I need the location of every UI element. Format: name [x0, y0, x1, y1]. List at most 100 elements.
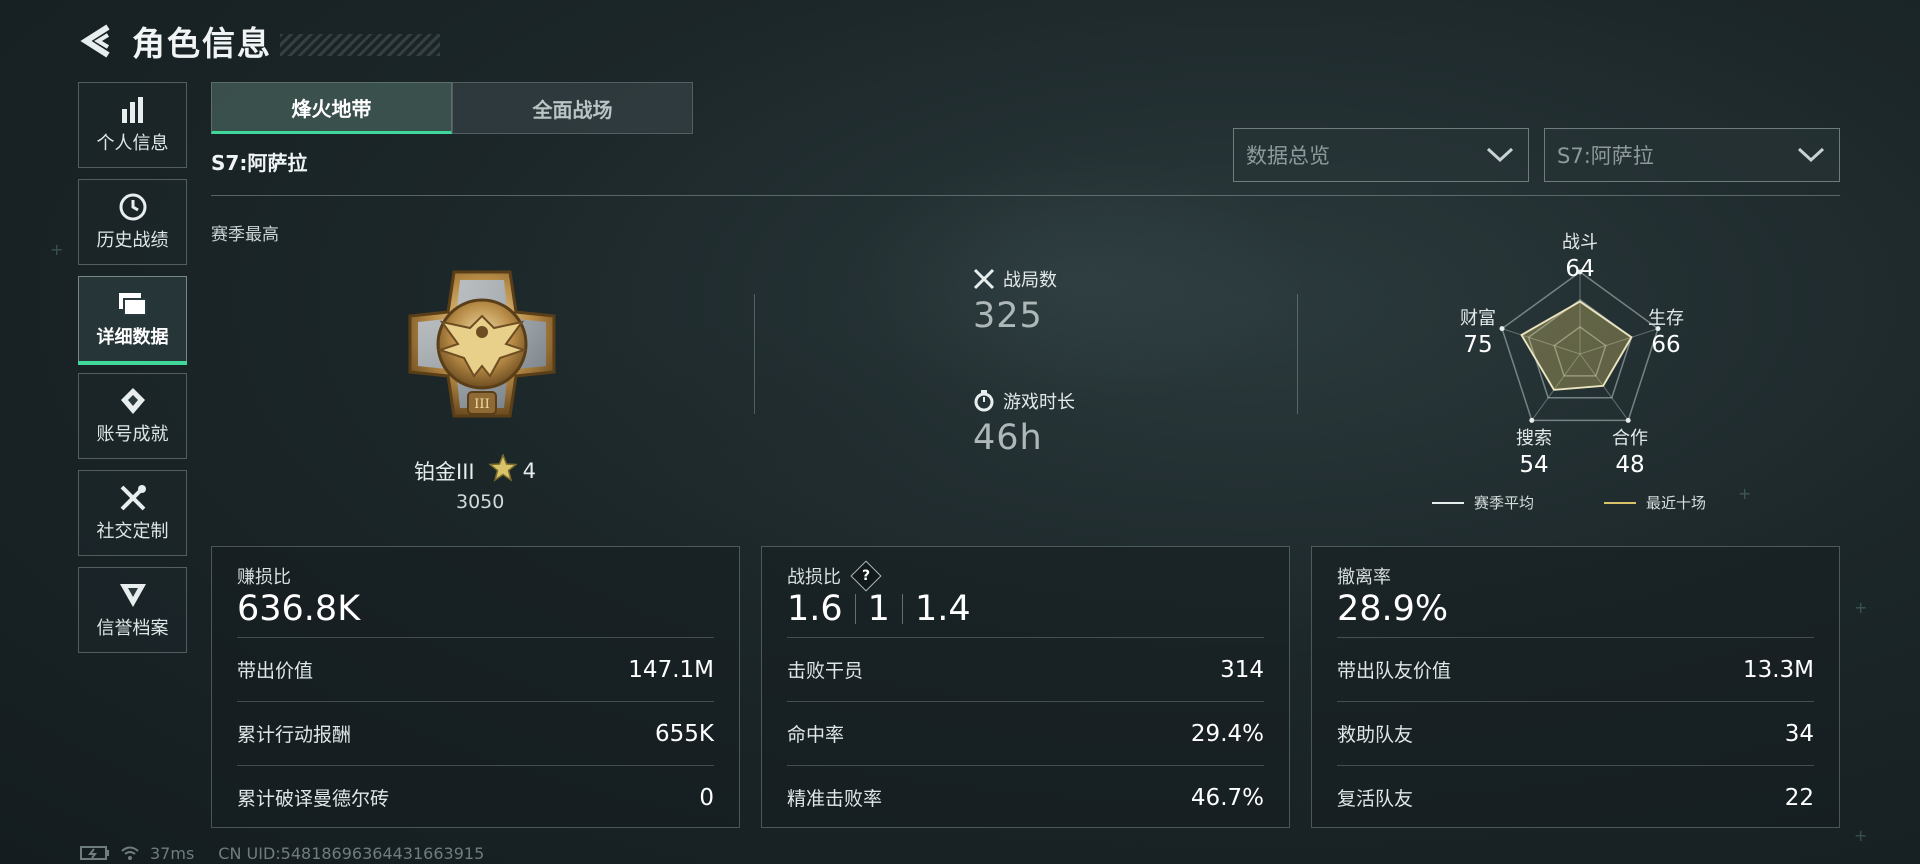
overview-dropdown[interactable]: 数据总览	[1233, 128, 1529, 182]
kd-value: 1.6	[787, 589, 843, 629]
stat-row: 带出队友价值 13.3M	[1337, 637, 1814, 701]
stat-row: 救助队友 34	[1337, 701, 1814, 765]
rank-score: 3050	[456, 491, 505, 513]
legend-label: 赛季平均	[1474, 494, 1535, 512]
card-title-text: 战损比	[787, 567, 841, 588]
back-arrow-icon[interactable]	[78, 21, 114, 61]
stat-value: 147.1M	[628, 656, 714, 683]
divider	[211, 195, 1840, 196]
wifi-icon	[121, 846, 139, 860]
radar-axis-dot	[1529, 417, 1535, 423]
cross-marker-icon: +	[1738, 484, 1752, 503]
sidebar-item-label: 信誉档案	[96, 618, 169, 639]
dropdown-value: 数据总览	[1246, 144, 1330, 168]
page-title: 角色信息	[132, 24, 272, 63]
radar-axis-label: 战斗	[1562, 232, 1598, 253]
stat-value: 46.7%	[1190, 784, 1264, 811]
card-title: 赚损比	[237, 567, 291, 588]
extraction-card: 撤离率 28.9% 带出队友价值 13.3M 救助队友 34 复活队友 22	[1311, 546, 1840, 828]
svg-text:III: III	[474, 397, 489, 412]
star-icon	[487, 452, 518, 487]
stat-row: 带出价值 147.1M	[237, 637, 714, 701]
legend-swatch	[1432, 501, 1464, 504]
season-best-label: 赛季最高	[211, 225, 279, 245]
season-dropdown[interactable]: S7:阿萨拉	[1544, 128, 1840, 182]
stat-row: 累计行动报酬 655K	[237, 701, 714, 765]
stat-value: 655K	[655, 720, 714, 747]
mode-tabs: 烽火地带 全面战场	[211, 82, 693, 134]
stat-label: 精准击败率	[787, 788, 883, 810]
sidebar-item-detailed-data[interactable]: 详细数据	[78, 276, 187, 365]
tab-hazard-zone[interactable]: 烽火地带	[211, 82, 452, 134]
stat-value: 34	[1784, 720, 1814, 747]
sidebar-item-social[interactable]: 社交定制	[78, 470, 187, 556]
achievement-icon	[119, 386, 147, 416]
playtime-value: 46h	[973, 418, 1043, 458]
stat-label: 累计行动报酬	[237, 724, 352, 746]
legend-swatch	[1604, 501, 1636, 504]
card-main-value: 636.8K	[237, 589, 361, 629]
playtime-label: 游戏时长	[1003, 392, 1075, 413]
sidebar-item-reputation[interactable]: 信誉档案	[78, 567, 187, 653]
battery-icon	[80, 846, 109, 860]
kd-values: 1.6 1 1.4	[787, 589, 971, 629]
dropdown-value: S7:阿萨拉	[1557, 144, 1654, 168]
status-bar: 37ms CN UID:54818696364431663915	[80, 843, 494, 863]
stat-row: 击败干员 314	[787, 637, 1264, 701]
rank-name: 铂金III	[414, 459, 475, 484]
stopwatch-icon	[974, 390, 994, 412]
tab-full-battlefield[interactable]: 全面战场	[452, 82, 693, 134]
sidebar-item-achievements[interactable]: 账号成就	[78, 373, 187, 459]
radar-axis-value: 75	[1463, 332, 1493, 358]
bar-chart-icon	[119, 95, 147, 125]
matches-stat: 战局数 325	[973, 266, 1057, 336]
radar-axis-label: 财富	[1460, 308, 1496, 329]
stat-label: 击败干员	[787, 660, 864, 682]
stat-row: 精准击败率 46.7%	[787, 765, 1264, 829]
sidebar-item-history[interactable]: 历史战绩	[78, 179, 187, 265]
sidebar-item-label: 社交定制	[96, 521, 169, 542]
shield-icon	[118, 580, 148, 610]
stat-label: 救助队友	[1337, 724, 1414, 746]
rank-medal-icon: III	[404, 266, 560, 422]
help-icon[interactable]: ?	[850, 560, 882, 592]
radar-axis-label: 合作	[1612, 428, 1648, 449]
stat-label: 累计破译曼德尔砖	[237, 788, 390, 810]
season-label: S7:阿萨拉	[211, 151, 308, 175]
chevron-down-icon	[1797, 147, 1825, 163]
cross-marker-icon: +	[1854, 826, 1868, 845]
sidebar-item-personal-info[interactable]: 个人信息	[78, 82, 187, 168]
stat-label: 命中率	[787, 724, 845, 746]
stat-value: 0	[699, 784, 714, 811]
stat-label: 复活队友	[1337, 788, 1414, 810]
kd-value: 1	[867, 589, 890, 629]
sidebar-item-label: 个人信息	[96, 133, 169, 154]
legend-label: 最近十场	[1646, 494, 1707, 512]
card-main-value: 28.9%	[1337, 589, 1449, 629]
divider	[1297, 294, 1298, 414]
kd-separator	[854, 594, 856, 624]
clock-icon	[118, 192, 148, 222]
rank-stars-count: 4	[522, 458, 536, 483]
legend-season-average: 赛季平均	[1432, 492, 1534, 513]
crossed-swords-icon	[973, 268, 995, 290]
kd-card: 战损比 ? 1.6 1 1.4 击败干员 314 命中率 29.4% 精准击败率…	[761, 546, 1290, 828]
stat-row: 累计破译曼德尔砖 0	[237, 765, 714, 829]
playtime-stat: 游戏时长 46h	[973, 388, 1075, 458]
legend-recent-ten: 最近十场	[1604, 492, 1706, 513]
divider	[754, 294, 755, 414]
stat-label: 带出队友价值	[1337, 660, 1452, 682]
radar-axis-label: 生存	[1648, 308, 1684, 329]
stat-value: 314	[1220, 656, 1264, 683]
kd-value: 1.4	[914, 589, 971, 629]
stat-value: 29.4%	[1190, 720, 1264, 747]
sidebar-item-label: 历史战绩	[96, 230, 169, 251]
cross-marker-icon: +	[1854, 598, 1868, 617]
radar-axis-value: 54	[1519, 452, 1549, 478]
stat-label: 带出价值	[237, 660, 314, 682]
radar-axis-value: 64	[1565, 256, 1595, 282]
radar-axis-value: 48	[1615, 452, 1645, 478]
stat-row: 命中率 29.4%	[787, 701, 1264, 765]
stat-row: 复活队友 22	[1337, 765, 1814, 829]
tools-icon	[118, 483, 148, 513]
